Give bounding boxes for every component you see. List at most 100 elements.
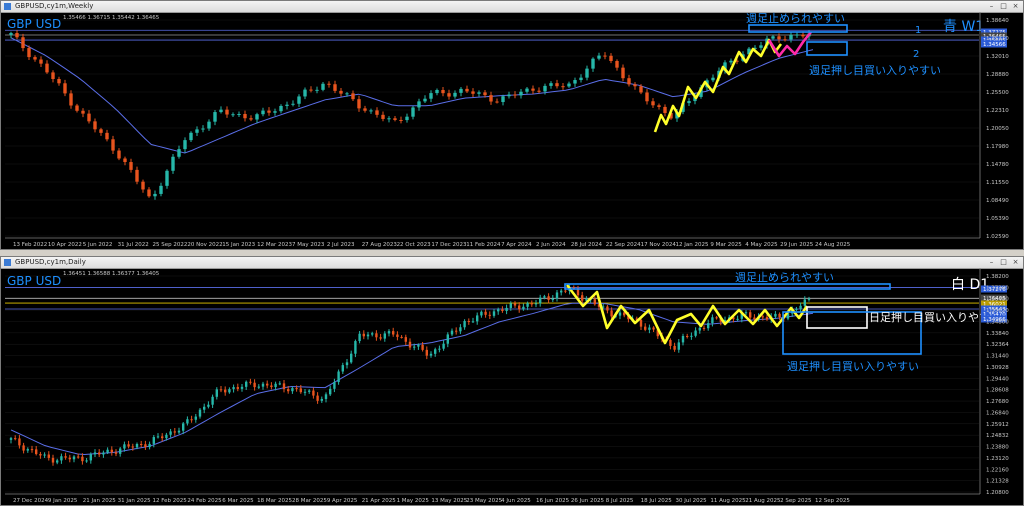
candle-body xyxy=(560,290,563,293)
candle-body xyxy=(477,92,481,94)
candle-body xyxy=(77,456,80,458)
candle-body xyxy=(593,299,596,305)
candle-body xyxy=(459,327,462,332)
candle-body xyxy=(18,438,21,446)
candle-body xyxy=(471,91,475,94)
price-tick-label: 1.37280 xyxy=(986,285,1009,291)
weekly-tag-label: 青 W1 xyxy=(943,19,984,35)
weekly-price-chart[interactable]: GBP USD 1.35466 1.36715 1.35442 1.36465 … xyxy=(1,12,1023,249)
candle-body xyxy=(435,89,439,94)
close-button[interactable]: × xyxy=(1010,2,1021,10)
candle-body xyxy=(266,383,269,386)
candle-body xyxy=(597,55,601,59)
daily-chart-window[interactable]: GBPUSD,cy1m,Daily – □ × GBP USD 1.36451 … xyxy=(0,256,1024,506)
candle-body xyxy=(501,309,504,311)
candle-body xyxy=(387,331,391,334)
price-tick-label: 1.22310 xyxy=(986,108,1009,114)
candle-body xyxy=(64,456,67,458)
candle-body xyxy=(219,389,223,391)
weekly-chart-window[interactable]: GBPUSD,cy1m,Weekly – □ × GBP USD 1.35466… xyxy=(0,0,1024,250)
daily-window-title: GBPUSD,cy1m,Daily xyxy=(15,258,86,266)
daily-symbol-label: GBP USD xyxy=(7,274,61,288)
candle-body xyxy=(26,449,29,451)
candle-body xyxy=(98,452,101,455)
candle-body xyxy=(645,92,649,102)
candle-body xyxy=(240,386,244,389)
price-tick-label: 1.20050 xyxy=(986,126,1009,132)
candle-body xyxy=(15,33,19,38)
time-tick-label: 4 May 2025 xyxy=(745,242,778,248)
candle-body xyxy=(698,327,701,331)
weekly-ohlc-readout: 1.35466 1.36715 1.35442 1.36465 xyxy=(63,15,160,21)
close-button[interactable]: × xyxy=(1010,258,1021,266)
candle-body xyxy=(663,106,667,114)
candle-body xyxy=(446,334,449,344)
candle-body xyxy=(450,330,454,335)
candle-body xyxy=(639,319,643,327)
candle-body xyxy=(633,84,637,87)
candle-body xyxy=(203,406,206,410)
time-tick-label: 30 Jul 2025 xyxy=(676,498,708,504)
candle-body xyxy=(497,309,500,312)
time-tick-label: 8 Jul 2025 xyxy=(606,498,634,504)
chart-window-icon xyxy=(4,3,11,10)
candle-body xyxy=(308,390,311,392)
daily-price-chart[interactable]: GBP USD 1.36451 1.36588 1.36377 1.36405 … xyxy=(1,268,1023,505)
candle-body xyxy=(379,337,382,339)
candle-body xyxy=(579,77,583,81)
candle-body xyxy=(207,404,210,407)
candle-body xyxy=(729,60,733,63)
minimize-button[interactable]: – xyxy=(986,258,997,266)
daily-moving-average xyxy=(10,302,814,456)
maximize-button[interactable]: □ xyxy=(998,258,1009,266)
candle-body xyxy=(530,303,533,305)
candle-body xyxy=(215,389,218,397)
candle-body xyxy=(531,88,535,91)
price-tick-label: 1.26840 xyxy=(986,410,1009,416)
candle-body xyxy=(321,83,325,90)
candle-body xyxy=(161,436,164,439)
candle-body xyxy=(14,438,17,440)
candle-body xyxy=(526,303,529,307)
candle-body xyxy=(354,341,357,354)
candle-body xyxy=(534,303,538,305)
candle-body xyxy=(309,89,313,91)
candle-body xyxy=(549,83,553,86)
candle-body xyxy=(114,452,118,454)
candle-body xyxy=(267,110,271,113)
candle-body xyxy=(736,318,739,320)
candle-body xyxy=(85,460,88,462)
time-tick-label: 13 May 2025 xyxy=(431,498,467,504)
time-tick-label: 9 Mar 2025 xyxy=(710,242,742,248)
candle-body xyxy=(93,121,97,130)
time-tick-label: 2 Jul 2023 xyxy=(327,242,355,248)
candle-body xyxy=(417,344,420,347)
candle-body xyxy=(153,193,157,197)
candle-body xyxy=(801,34,805,37)
candle-body xyxy=(135,169,139,182)
time-tick-label: 17 Nov 2024 xyxy=(641,242,677,248)
candle-body xyxy=(702,327,706,329)
time-tick-label: 11 Feb 2024 xyxy=(466,242,501,248)
candle-body xyxy=(375,110,379,115)
candle-body xyxy=(35,449,38,455)
time-tick-label: 12 Sep 2025 xyxy=(815,498,850,504)
price-tick-label: 1.34800 xyxy=(986,319,1009,325)
candle-body xyxy=(690,335,693,337)
candle-body xyxy=(484,311,487,315)
maximize-button[interactable]: □ xyxy=(998,2,1009,10)
price-tick-label: 1.14780 xyxy=(986,162,1009,168)
candle-body xyxy=(273,111,277,113)
candle-body xyxy=(27,48,31,58)
candle-body xyxy=(117,150,121,159)
candle-body xyxy=(9,438,13,440)
time-tick-label: 9 Jan 2025 xyxy=(48,498,78,504)
candle-body xyxy=(194,416,197,420)
candle-body xyxy=(421,344,424,350)
candle-body xyxy=(81,110,85,114)
candle-body xyxy=(513,303,517,306)
candle-body xyxy=(316,395,319,401)
minimize-button[interactable]: – xyxy=(986,2,997,10)
candle-body xyxy=(778,313,781,318)
candle-body xyxy=(106,449,109,453)
